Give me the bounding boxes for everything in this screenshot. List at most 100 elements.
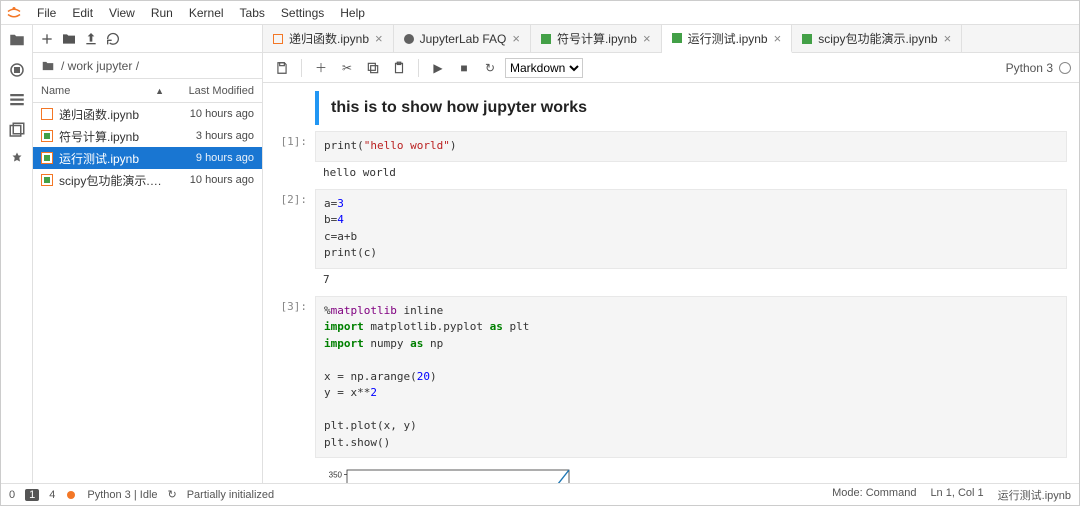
- status-bar: 0 1 4 Python 3 | Idle ↻ Partially initia…: [1, 483, 1079, 505]
- paste-icon[interactable]: [388, 57, 410, 79]
- tab[interactable]: scipy包功能演示.ipynb×: [792, 25, 962, 52]
- new-folder-icon[interactable]: [61, 31, 77, 47]
- sort-caret-icon: ▲: [155, 86, 164, 96]
- extension-icon[interactable]: [8, 151, 26, 169]
- app-root: FileEditViewRunKernelTabsSettingsHelp / …: [0, 0, 1080, 506]
- file-browser-toolbar: [33, 25, 262, 53]
- close-icon[interactable]: ×: [774, 31, 782, 46]
- file-browser: / work jupyter / Name ▲ Last Modified 递归…: [33, 25, 263, 483]
- code-input[interactable]: %matplotlib inline import matplotlib.pyp…: [315, 296, 1067, 459]
- close-icon[interactable]: ×: [944, 31, 952, 46]
- markdown-cell[interactable]: this is to show how jupyter works: [275, 91, 1067, 125]
- new-launcher-icon[interactable]: [39, 31, 55, 47]
- notebook[interactable]: this is to show how jupyter works [1]: p…: [263, 83, 1079, 483]
- doc-icon: [404, 34, 414, 44]
- refresh-icon[interactable]: [105, 31, 121, 47]
- file-list-header[interactable]: Name ▲ Last Modified: [33, 79, 262, 103]
- cell-prompt: [3]:: [275, 296, 315, 484]
- run-icon[interactable]: ▶: [427, 57, 449, 79]
- menu-help[interactable]: Help: [332, 4, 373, 22]
- main-area: / work jupyter / Name ▲ Last Modified 递归…: [1, 25, 1079, 483]
- code-cell[interactable]: [2]: a=3 b=4 c=a+b print(c) 7: [275, 189, 1067, 290]
- cut-icon[interactable]: ✂: [336, 57, 358, 79]
- cell-prompt: [1]:: [275, 131, 315, 183]
- status-counter[interactable]: 4: [49, 489, 55, 501]
- code-input[interactable]: a=3 b=4 c=a+b print(c): [315, 189, 1067, 269]
- add-cell-icon[interactable]: ＋: [310, 57, 332, 79]
- cell-prompt: [2]:: [275, 189, 315, 290]
- close-icon[interactable]: ×: [375, 31, 383, 46]
- separator: [301, 59, 302, 77]
- notebook-icon: [541, 34, 551, 44]
- close-icon[interactable]: ×: [643, 31, 651, 46]
- status-counter[interactable]: 0: [9, 489, 15, 501]
- tab[interactable]: 递归函数.ipynb ×: [263, 25, 394, 52]
- svg-text:350: 350: [329, 470, 343, 479]
- status-refresh-icon[interactable]: ↻: [168, 488, 177, 501]
- file-name: 运行测试.ipynb: [59, 150, 164, 167]
- code-output: hello world: [315, 162, 1067, 183]
- breadcrumb[interactable]: / work jupyter /: [33, 53, 262, 79]
- menu-edit[interactable]: Edit: [64, 4, 101, 22]
- tabs-icon[interactable]: [8, 121, 26, 139]
- notebook-toolbar: ＋ ✂ ▶ ■ ↻ Markdown Python 3: [263, 53, 1079, 83]
- status-init: Partially initialized: [187, 489, 274, 501]
- file-list: 递归函数.ipynb10 hours ago符号计算.ipynb3 hours …: [33, 103, 262, 483]
- editor-area: 递归函数.ipynb×JupyterLab FAQ×符号计算.ipynb×运行测…: [263, 25, 1079, 483]
- line-chart: 0501001502002503003500.02.55.07.510.012.…: [315, 464, 575, 483]
- code-cell[interactable]: [3]: %matplotlib inline import matplotli…: [275, 296, 1067, 484]
- tab-label: JupyterLab FAQ: [420, 32, 507, 46]
- running-icon[interactable]: [8, 61, 26, 79]
- file-modified: 9 hours ago: [164, 152, 254, 164]
- cell-type-select[interactable]: Markdown: [505, 58, 583, 78]
- notebook-icon: [672, 33, 682, 43]
- tab[interactable]: JupyterLab FAQ ×: [394, 25, 531, 52]
- status-cursor[interactable]: Ln 1, Col 1: [930, 487, 983, 503]
- status-kernel[interactable]: Python 3 | Idle: [87, 489, 157, 501]
- breadcrumb-path: / work jupyter /: [61, 59, 139, 73]
- file-modified: 3 hours ago: [164, 130, 254, 142]
- kernel-name: Python 3: [1006, 61, 1053, 75]
- plot-output: 0501001502002503003500.02.55.07.510.012.…: [315, 464, 1067, 483]
- restart-icon[interactable]: ↻: [479, 57, 501, 79]
- tab-label: 递归函数.ipynb: [289, 30, 369, 47]
- file-name: scipy包功能演示.ipynb: [59, 172, 164, 189]
- copy-icon[interactable]: [362, 57, 384, 79]
- close-icon[interactable]: ×: [512, 31, 520, 46]
- menu-settings[interactable]: Settings: [273, 4, 332, 22]
- code-cell[interactable]: [1]: print("hello world") hello world: [275, 131, 1067, 183]
- status-filename[interactable]: 运行测试.ipynb: [998, 487, 1071, 503]
- status-mode[interactable]: Mode: Command: [832, 487, 916, 503]
- notebook-icon: [41, 108, 53, 120]
- kernel-status-icon: [1059, 62, 1071, 74]
- file-name: 递归函数.ipynb: [59, 106, 164, 123]
- menu-run[interactable]: Run: [143, 4, 181, 22]
- file-modified: 10 hours ago: [164, 174, 254, 186]
- file-row[interactable]: 运行测试.ipynb9 hours ago: [33, 147, 262, 169]
- col-name: Name: [41, 85, 151, 97]
- folder-icon[interactable]: [8, 31, 26, 49]
- notebook-icon: [41, 174, 53, 186]
- tab[interactable]: 运行测试.ipynb×: [662, 25, 793, 53]
- commands-icon[interactable]: [8, 91, 26, 109]
- stop-icon[interactable]: ■: [453, 57, 475, 79]
- code-input[interactable]: print("hello world"): [315, 131, 1067, 162]
- menubar: FileEditViewRunKernelTabsSettingsHelp: [1, 1, 1079, 25]
- menu-file[interactable]: File: [29, 4, 64, 22]
- tab-label: 符号计算.ipynb: [557, 30, 637, 47]
- notebook-icon: [273, 34, 283, 44]
- col-modified: Last Modified: [164, 85, 254, 97]
- upload-icon[interactable]: [83, 31, 99, 47]
- notebook-icon: [41, 130, 53, 142]
- status-counter[interactable]: 1: [25, 489, 39, 501]
- file-row[interactable]: scipy包功能演示.ipynb10 hours ago: [33, 169, 262, 191]
- menu-kernel[interactable]: Kernel: [181, 4, 232, 22]
- tab[interactable]: 符号计算.ipynb ×: [531, 25, 662, 52]
- file-row[interactable]: 递归函数.ipynb10 hours ago: [33, 103, 262, 125]
- menu-tabs[interactable]: Tabs: [232, 4, 273, 22]
- menu-view[interactable]: View: [101, 4, 143, 22]
- folder-icon: [41, 59, 55, 73]
- kernel-indicator[interactable]: Python 3: [1006, 61, 1071, 75]
- save-icon[interactable]: [271, 57, 293, 79]
- file-row[interactable]: 符号计算.ipynb3 hours ago: [33, 125, 262, 147]
